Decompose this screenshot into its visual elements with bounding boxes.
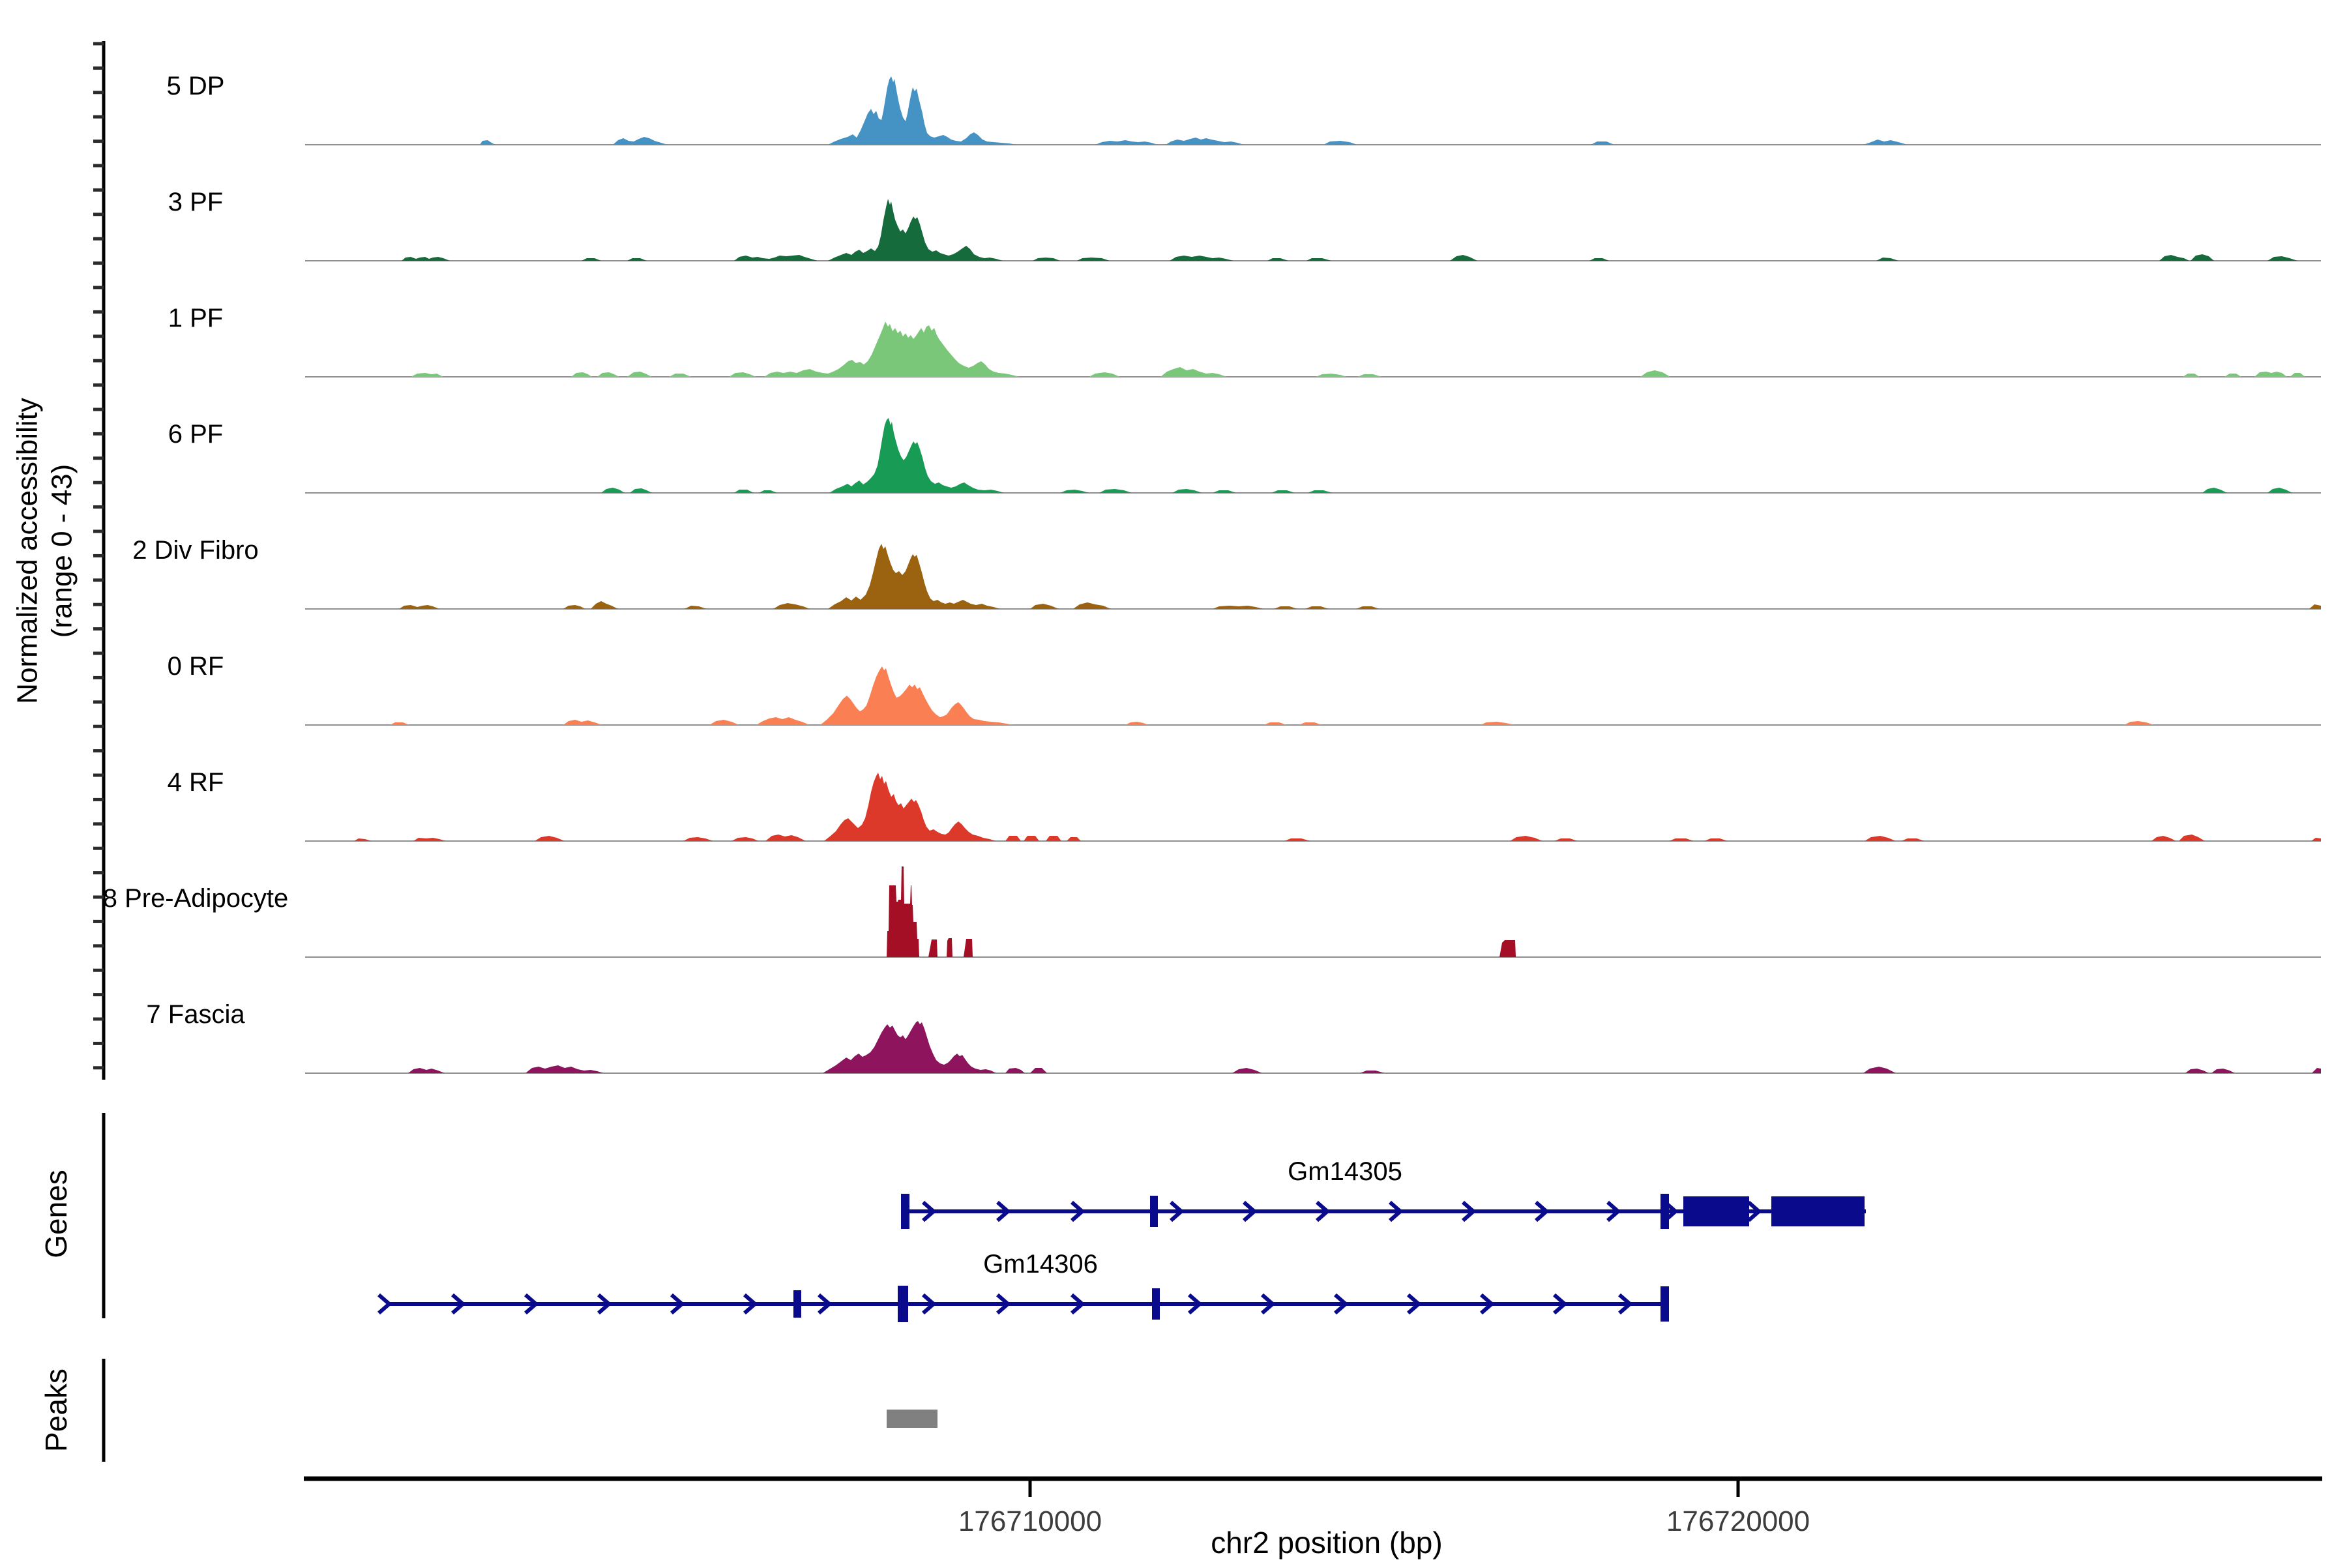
figure-canvas: Normalized accessibility (range 0 - 43) … [12, 41, 2322, 1560]
track-signal-area [305, 666, 2321, 725]
gene-exon [1150, 1196, 1158, 1227]
track-4-rf: 4 RF [168, 768, 2321, 842]
track-label: 5 DP [167, 72, 225, 100]
gene-exon [901, 1194, 909, 1229]
gene-models: Gm14305 Gm14306 [377, 1157, 1866, 1322]
track-0-rf: 0 RF [168, 652, 2321, 726]
track-7-fascia: 7 Fascia [146, 1000, 2321, 1074]
peaks-section-label: Peaks [39, 1368, 73, 1452]
gene-exon-box [1683, 1196, 1749, 1226]
gene-exon [793, 1290, 801, 1318]
track-signal-area [305, 773, 2321, 841]
track-5-dp: 5 DP [167, 72, 2321, 145]
genes-section: Genes Gm14305 Gm14306 [39, 1113, 1866, 1322]
gene-exon [1661, 1194, 1669, 1229]
y-axis-label-line2: (range 0 - 43) [46, 464, 78, 638]
genome-track-figure: Normalized accessibility (range 0 - 43) … [0, 0, 2347, 1565]
track-label: 7 Fascia [146, 1000, 245, 1029]
track-2-div-fibro: 2 Div Fibro [132, 536, 2321, 610]
track-signal-area [305, 866, 2321, 957]
track-signal-area [305, 544, 2321, 609]
y-axis: Normalized accessibility (range 0 - 43) [12, 41, 106, 1080]
gene-exon-box [1771, 1196, 1865, 1226]
track-signal-area [305, 1021, 2321, 1073]
track-3-pf: 3 PF [168, 188, 2321, 261]
x-axis-tick-label: 176720000 [1666, 1505, 1810, 1537]
gene-exon [1661, 1286, 1669, 1322]
track-1-pf: 1 PF [168, 304, 2321, 377]
track-signal-area [305, 76, 2321, 145]
gene-gm14305: Gm14305 [901, 1157, 1866, 1229]
gene-gm14306: Gm14306 [377, 1250, 1669, 1322]
track-label: 1 PF [168, 304, 223, 333]
track-signal-area [305, 199, 2321, 261]
track-label: 6 PF [168, 420, 223, 449]
peaks-section: Peaks [39, 1359, 937, 1462]
gene-exon [898, 1286, 908, 1322]
track-label: 4 RF [168, 768, 224, 797]
gene-exon [1152, 1288, 1160, 1320]
track-6-pf: 6 PF [168, 418, 2321, 494]
track-signal-area [305, 321, 2321, 377]
x-axis-tick-label: 176710000 [958, 1505, 1102, 1537]
gene-name-label: Gm14305 [1288, 1157, 1402, 1186]
peak-bars [887, 1410, 937, 1428]
x-axis: 176710000 176720000 chr2 position (bp) [304, 1476, 2322, 1560]
y-axis-label-line1: Normalized accessibility [12, 398, 44, 703]
gene-direction-arrow [377, 1293, 392, 1315]
genes-section-label: Genes [39, 1170, 73, 1258]
gene-name-label: Gm14306 [983, 1250, 1098, 1279]
track-label: 8 Pre-Adipocyte [103, 884, 289, 913]
track-label: 3 PF [168, 188, 223, 216]
track-label: 2 Div Fibro [132, 536, 258, 565]
x-axis-title: chr2 position (bp) [1211, 1526, 1442, 1560]
peak-region-bar [887, 1410, 937, 1428]
track-signal-area [305, 418, 2321, 493]
track-8-pre-adipocyte: 8 Pre-Adipocyte [103, 866, 2321, 958]
track-label: 0 RF [168, 652, 224, 681]
accessibility-tracks: 5 DP 3 PF 1 PF 6 PF 2 Div Fibro 0 RF 4 RF 8 Pre… [103, 72, 2321, 1074]
